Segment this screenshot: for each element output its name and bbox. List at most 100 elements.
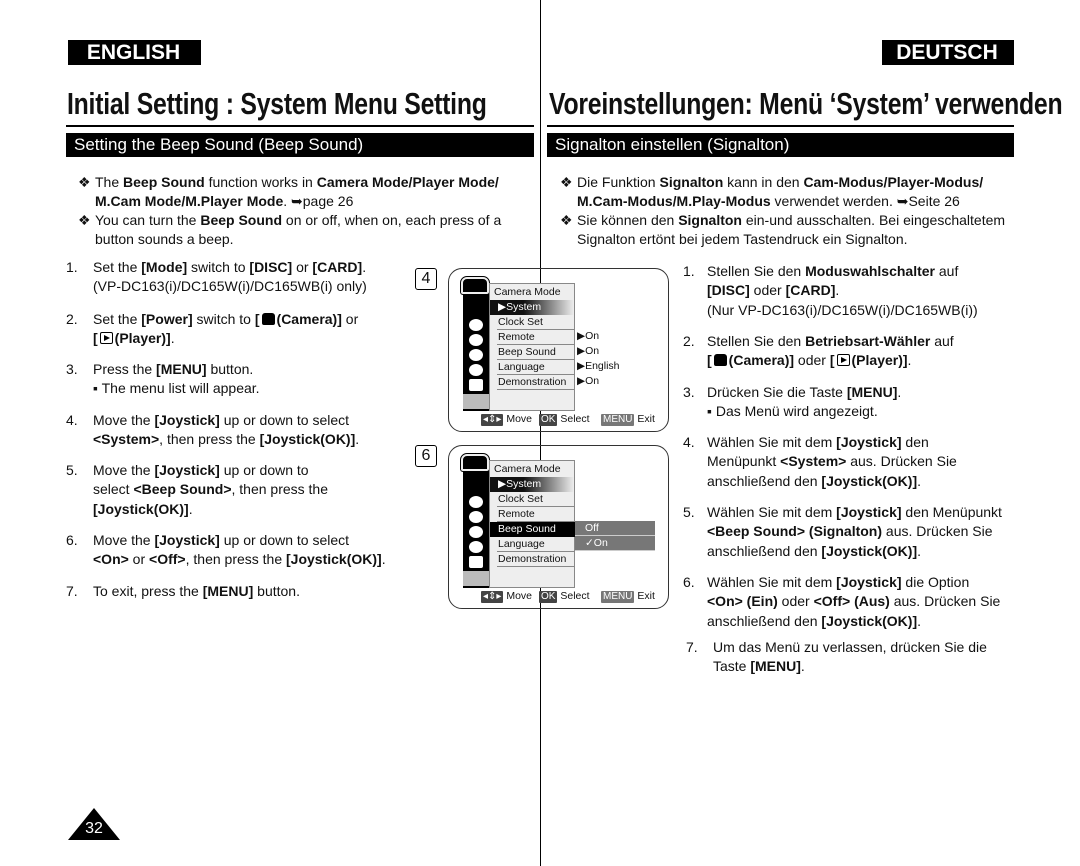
step-number: 7. xyxy=(686,639,698,655)
text-line: <System>, then press the [Joystick(OK)]. xyxy=(93,430,359,449)
menu-item[interactable]: Demonstration xyxy=(497,375,575,390)
text: (Nur VP-DC163(i)/DC165W(i)/DC165WB(i)) xyxy=(707,301,978,318)
text: function works in xyxy=(204,174,317,190)
submenu-option[interactable]: ✓On xyxy=(575,536,655,551)
bold-text: [Joystick(OK)] xyxy=(259,431,356,448)
text-line: [Joystick(OK)]. xyxy=(93,500,328,519)
step-number: 6. xyxy=(66,532,78,548)
step-indicator: 4 xyxy=(415,268,437,290)
text: Wählen Sie mit dem xyxy=(707,504,837,520)
bullet-item: The Beep Sound function works in Camera … xyxy=(95,173,499,212)
menu-item[interactable]: Language xyxy=(497,360,575,375)
bold-text: [Joystick] xyxy=(836,434,902,450)
text: ▪ Das Menü wird angezeigt. xyxy=(707,403,878,420)
text-line: You can turn the Beep Sound on or off, w… xyxy=(95,211,501,230)
menu-item[interactable]: Language xyxy=(497,537,575,552)
bold-text: [CARD] xyxy=(785,282,836,299)
bold-text: [Joystick(OK)] xyxy=(821,612,918,629)
bold-text: [Joystick] xyxy=(836,504,902,520)
step-text: Stellen Sie den Betriebsart-Wähler auf[(… xyxy=(707,332,954,371)
select-label: Select xyxy=(560,590,590,602)
bold-text: Cam-Modus/Player-Modus/ xyxy=(803,174,984,190)
bold-text: [MENU] xyxy=(846,384,898,400)
step-number: 7. xyxy=(66,583,78,599)
step-text: Move the [Joystick] up or down to select… xyxy=(93,531,386,570)
camera-icon xyxy=(469,349,483,361)
text: auf xyxy=(930,333,954,349)
bold-text: <System> xyxy=(780,453,847,470)
text: up or down to select xyxy=(219,532,350,548)
text: Move the xyxy=(93,412,155,428)
text: Stellen Sie den xyxy=(707,263,806,279)
menu-item[interactable]: Remote xyxy=(497,507,575,522)
text-line: The Beep Sound function works in Camera … xyxy=(95,173,499,192)
step-number: 1. xyxy=(683,263,695,279)
text: anschließend den xyxy=(707,612,822,629)
text-line: Move the [Joystick] up or down to select xyxy=(93,411,359,430)
text: . xyxy=(917,542,921,559)
bold-text: [MENU] xyxy=(156,361,207,377)
text-line: anschließend den [Joystick(OK)]. xyxy=(707,612,1000,631)
menu-item[interactable]: Demonstration xyxy=(497,552,575,567)
menu-item-system[interactable]: ▶System xyxy=(490,300,574,315)
bold-text: <Off> xyxy=(149,551,186,568)
menu-item[interactable]: Clock Set xyxy=(497,315,575,330)
bold-text: [ xyxy=(829,352,835,369)
submenu-option[interactable]: Off xyxy=(575,521,655,536)
bold-text: [MENU] xyxy=(202,583,254,599)
text: (VP-DC163(i)/DC165W(i)/DC165WB(i) only) xyxy=(93,278,367,295)
text: button. xyxy=(253,583,300,599)
text: switch to xyxy=(187,259,250,275)
text-line: Wählen Sie mit dem [Joystick] die Option xyxy=(707,573,1000,592)
text: up or down to xyxy=(219,462,309,478)
text-line: Press the [MENU] button. xyxy=(93,360,260,379)
bold-text: Betriebsart-Wähler xyxy=(805,333,931,349)
bold-text: [Joystick(OK)] xyxy=(821,542,918,559)
text: or xyxy=(341,311,359,327)
step-text: Set the [Power] switch to [(Camera)] or [… xyxy=(93,310,358,349)
text: Um das Menü zu verlassen, drücken Sie di… xyxy=(713,639,987,655)
text: button. xyxy=(206,361,254,377)
text-line: <Beep Sound> (Signalton) aus. Drücken Si… xyxy=(707,522,1002,541)
step-text: Drücken Sie die Taste [MENU]. ▪ Das Menü … xyxy=(707,383,901,422)
exit-label: Exit xyxy=(637,590,655,602)
section-heading-de: Signalton einstellen (Signalton) xyxy=(547,133,1014,157)
bold-text: Signalton xyxy=(678,212,742,228)
move-label: Move xyxy=(506,590,533,602)
bold-text: (Camera)] xyxy=(276,311,342,327)
gear-icon xyxy=(463,571,489,586)
menu-list: Camera Mode ▶System Clock Set Remote Beep So… xyxy=(489,460,575,588)
text: Signalton ertönt bei jedem Tastendruck e… xyxy=(577,231,908,248)
menu-item[interactable]: Beep Sound xyxy=(490,522,575,537)
gear-icon xyxy=(463,394,489,409)
page-number: 32 xyxy=(85,820,103,837)
text: up or down to select xyxy=(219,412,350,428)
menu-item[interactable]: Clock Set xyxy=(497,492,575,507)
record-icon xyxy=(469,319,483,331)
bold-text: [Joystick(OK)] xyxy=(286,551,382,568)
step-number: 1. xyxy=(66,259,78,275)
text: Taste xyxy=(713,658,751,675)
text-line: To exit, press the [MENU] button. xyxy=(93,582,300,601)
text: Press the xyxy=(93,361,157,377)
text: oder xyxy=(749,282,786,299)
text-line: Move the [Joystick] up or down to select xyxy=(93,531,386,550)
menu-item-system[interactable]: ▶System xyxy=(490,477,574,492)
text: Menüpunkt xyxy=(707,453,781,470)
bold-text: <Beep Sound> xyxy=(133,481,232,498)
text-line: Wählen Sie mit dem [Joystick] den xyxy=(707,433,957,452)
text: . xyxy=(362,259,367,275)
page-number-badge: 32 xyxy=(68,808,120,840)
text: Wählen Sie mit dem xyxy=(707,574,837,590)
menu-item[interactable]: Remote xyxy=(497,330,575,345)
text: on or off, when on, each press of a xyxy=(282,212,502,228)
bold-text: [Joystick] xyxy=(154,462,220,478)
camera-mode-icon xyxy=(460,453,490,472)
text: Move the xyxy=(93,532,155,548)
camera-icon xyxy=(713,354,727,367)
camera-icon xyxy=(469,526,483,538)
camera-mode-icon xyxy=(460,276,490,295)
menu-item[interactable]: Beep Sound xyxy=(497,345,575,360)
step-text: Wählen Sie mit dem [Joystick] den Menüpun… xyxy=(707,433,957,491)
exit-label: Exit xyxy=(637,413,655,425)
